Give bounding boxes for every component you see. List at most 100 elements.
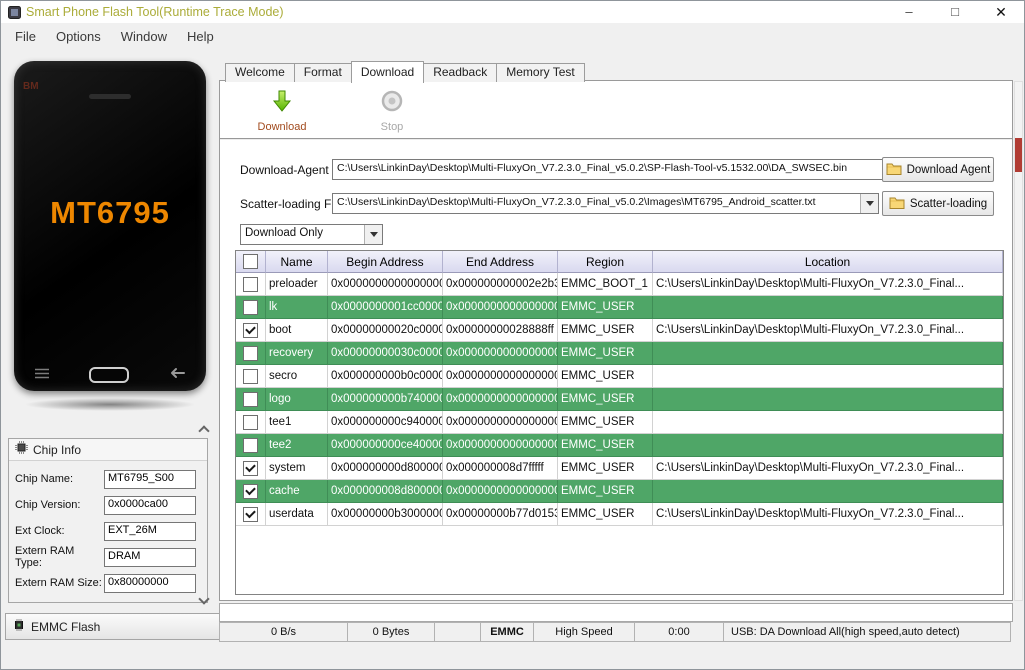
scatter-loading-button[interactable]: Scatter-loading [882, 191, 994, 216]
row-checkbox[interactable] [243, 299, 258, 315]
status-cell-3: EMMC [480, 622, 534, 642]
download-agent-button[interactable]: Download Agent [882, 157, 994, 182]
row-checkbox[interactable] [243, 276, 258, 292]
row-checkbox[interactable] [243, 460, 258, 476]
menu-window[interactable]: Window [111, 26, 177, 47]
status-cell-5: 0:00 [634, 622, 724, 642]
chip-info-title: Chip Info [33, 442, 82, 457]
tab-format[interactable]: Format [293, 63, 352, 82]
download-mode-select[interactable]: Download Only [240, 224, 383, 245]
scroll-down-icon[interactable] [199, 595, 208, 604]
row-checkbox[interactable] [243, 322, 258, 338]
partition-row-secro[interactable]: secro 0x000000000b0c0000 0x000000000000000… [236, 365, 1003, 388]
row-checkbox[interactable] [243, 391, 258, 407]
partition-row-logo[interactable]: logo 0x000000000b740000 0x0000000000000000… [236, 388, 1003, 411]
title-bar: Smart Phone Flash Tool(Runtime Trace Mod… [1, 1, 1024, 23]
tab-bar: Welcome Format Download Readback Memory Test [225, 61, 585, 83]
chevron-down-icon[interactable] [364, 225, 382, 244]
header-cell-location[interactable]: Location [653, 251, 1003, 273]
partition-row-userdata[interactable]: userdata 0x00000000b3000000 0x00000000b77d… [236, 503, 1003, 526]
cell-region: EMMC_USER [558, 388, 653, 411]
cell-name: cache [266, 480, 328, 503]
cell-location [653, 365, 1003, 388]
minimize-button[interactable]: – [886, 1, 932, 23]
chip-field-value: DRAM [104, 547, 196, 567]
chip-field-row: Extern RAM Type: DRAM [9, 544, 207, 570]
table-header: Name Begin Address End Address Region Locati… [236, 251, 1003, 273]
stop-button[interactable]: Stop [352, 88, 432, 133]
cell-name: tee2 [266, 434, 328, 457]
stop-button-label: Stop [380, 121, 404, 133]
menu-file[interactable]: File [5, 26, 46, 47]
maximize-button[interactable]: □ [932, 1, 978, 23]
cell-begin: 0x00000000020c0000 [328, 319, 443, 342]
partition-row-boot[interactable]: boot 0x00000000020c0000 0x00000000028888ff… [236, 319, 1003, 342]
header-cell-region[interactable]: Region [558, 251, 653, 273]
cell-name: recovery [266, 342, 328, 365]
vertical-scrollbar[interactable] [1014, 81, 1023, 601]
cell-begin: 0x000000000ce40000 [328, 434, 443, 457]
partition-row-preloader[interactable]: preloader 0x0000000000000000 0x00000000000… [236, 273, 1003, 296]
download-button[interactable]: Download [242, 88, 322, 133]
status-cell-6: USB: DA Download All(high speed,auto det… [723, 622, 1011, 642]
row-checkbox[interactable] [243, 506, 258, 522]
tab-memory-test[interactable]: Memory Test [496, 63, 585, 82]
menu-help[interactable]: Help [177, 26, 224, 47]
cell-begin: 0x000000000b0c0000 [328, 365, 443, 388]
row-checkbox[interactable] [243, 414, 258, 430]
download-agent-input[interactable]: C:\Users\LinkinDay\Desktop\Multi-FluxyOn… [332, 159, 887, 180]
cell-region: EMMC_USER [558, 503, 653, 526]
header-cell-begin-address[interactable]: Begin Address [328, 251, 443, 273]
partition-row-cache[interactable]: cache 0x000000008d800000 0x000000000000000… [236, 480, 1003, 503]
cell-begin: 0x0000000000000000 [328, 273, 443, 296]
download-mode-value: Download Only [245, 227, 323, 239]
cell-begin: 0x000000008d800000 [328, 480, 443, 503]
cell-end: 0x00000000028888ff [443, 319, 558, 342]
row-checkbox-cell [236, 480, 266, 503]
cell-region: EMMC_USER [558, 296, 653, 319]
cell-region: EMMC_BOOT_1 [558, 273, 653, 296]
cell-end: 0x0000000000000000 [443, 434, 558, 457]
folder-icon [889, 196, 905, 212]
row-checkbox[interactable] [243, 368, 258, 384]
tab-readback[interactable]: Readback [423, 63, 498, 82]
status-cell-1: 0 Bytes [347, 622, 435, 642]
phone-speaker [89, 94, 131, 99]
tab-welcome[interactable]: Welcome [225, 63, 295, 82]
row-checkbox[interactable] [243, 437, 258, 453]
scatter-file-combobox[interactable]: C:\Users\LinkinDay\Desktop\Multi-FluxyOn… [332, 193, 879, 214]
chip-field-label: Chip Name: [15, 473, 74, 485]
header-cell-end-address[interactable]: End Address [443, 251, 558, 273]
chip-field-label: Extern RAM Type: [15, 545, 75, 569]
window-title: Smart Phone Flash Tool(Runtime Trace Mod… [26, 5, 284, 19]
scroll-up-icon[interactable] [199, 425, 208, 434]
row-checkbox[interactable] [243, 345, 258, 361]
partition-row-system[interactable]: system 0x000000000d800000 0x000000008d7fff… [236, 457, 1003, 480]
chip-field-value: EXT_26M [104, 521, 196, 541]
phone-corner-mark: BM [23, 81, 39, 92]
emmc-flash-header[interactable]: EMMC Flash [5, 613, 221, 640]
close-button[interactable]: ✕ [978, 1, 1024, 23]
header-cell-name[interactable]: Name [266, 251, 328, 273]
cell-end: 0x0000000000000000 [443, 411, 558, 434]
download-arrow-icon [269, 88, 295, 119]
menu-options[interactable]: Options [46, 26, 111, 47]
partition-row-tee1[interactable]: tee1 0x000000000c940000 0x0000000000000000… [236, 411, 1003, 434]
chevron-down-icon[interactable] [860, 194, 878, 213]
scrollbar-thumb[interactable] [1015, 138, 1022, 172]
phone-image: BM MT6795 [14, 61, 206, 391]
chip-field-value: 0x80000000 [104, 573, 196, 593]
tab-download[interactable]: Download [350, 61, 425, 83]
status-bar: 0 B/s 0 Bytes EMMC High Speed 0:00 USB: DA Do… [219, 622, 1011, 642]
cell-region: EMMC_USER [558, 342, 653, 365]
row-checkbox[interactable] [243, 483, 258, 499]
cell-end: 0x00000000b77d0153 [443, 503, 558, 526]
select-all-checkbox[interactable] [243, 254, 258, 269]
partition-row-recovery[interactable]: recovery 0x00000000030c0000 0x000000000000… [236, 342, 1003, 365]
cell-name: boot [266, 319, 328, 342]
row-checkbox-cell [236, 296, 266, 319]
download-tab-panel: Download Stop Download-Agent C:\Users\Li… [219, 80, 1013, 601]
partition-row-tee2[interactable]: tee2 0x000000000ce40000 0x0000000000000000… [236, 434, 1003, 457]
partition-row-lk[interactable]: lk 0x0000000001cc0000 0x0000000000000000 EM… [236, 296, 1003, 319]
cell-name: system [266, 457, 328, 480]
